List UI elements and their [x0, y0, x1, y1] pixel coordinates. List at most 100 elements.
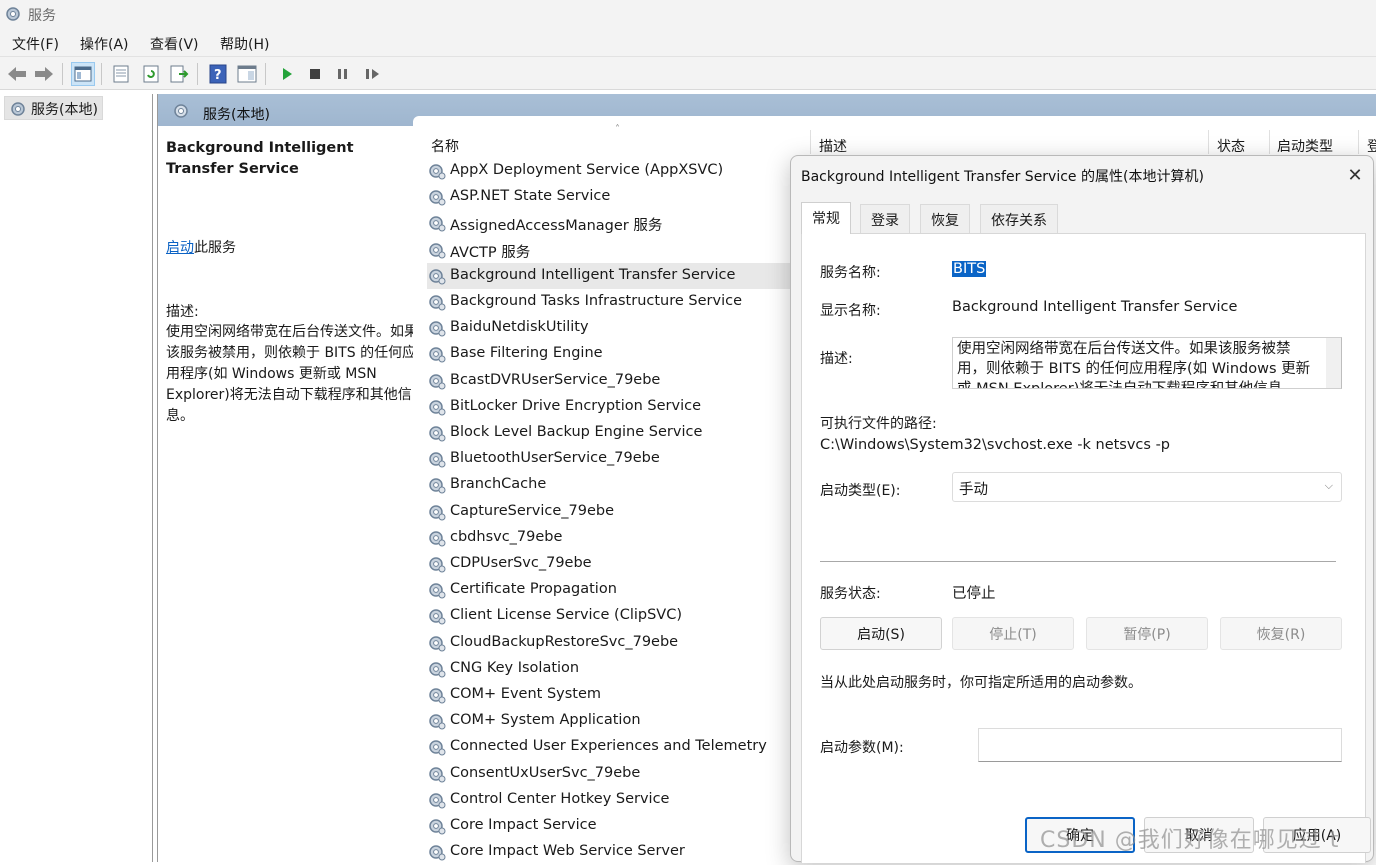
start-service-link[interactable]: 启动 — [166, 240, 194, 256]
service-row[interactable]: BaiduNetdiskUtility — [427, 315, 807, 341]
stop-service-icon[interactable] — [303, 62, 327, 86]
service-row[interactable]: ConsentUxUserSvc_79ebe — [427, 761, 807, 787]
menu-file[interactable]: 文件(F) — [12, 34, 59, 54]
description-label: 描述: — [166, 304, 199, 320]
display-name-value[interactable]: Background Intelligent Transfer Service — [952, 299, 1237, 315]
pause-service-icon[interactable] — [331, 62, 355, 86]
menu-action[interactable]: 操作(A) — [80, 34, 129, 54]
description-text: 使用空闲网络带宽在后台传送文件。如果该服务被禁用，则依赖于 BITS 的任何应用… — [166, 324, 418, 424]
service-row[interactable]: AVCTP 服务 — [427, 237, 807, 263]
service-row[interactable]: AssignedAccessManager 服务 — [427, 210, 807, 236]
column-header-description[interactable]: 描述 — [819, 136, 847, 156]
extended-description-pane: Background Intelligent Transfer Service … — [158, 126, 418, 862]
action-pane-icon[interactable] — [235, 62, 259, 86]
stop-button[interactable]: 停止(T) — [952, 617, 1074, 650]
tab-general[interactable]: 常规 — [801, 202, 851, 234]
start-button[interactable]: 启动(S) — [820, 617, 942, 650]
service-name: Background Tasks Infrastructure Service — [450, 293, 742, 309]
service-gear-icon — [427, 398, 447, 420]
service-gear-icon — [427, 450, 447, 472]
resume-button[interactable]: 恢复(R) — [1220, 617, 1342, 650]
back-arrow-icon[interactable] — [5, 62, 29, 86]
startup-type-label: 启动类型(E): — [820, 483, 901, 499]
properties-sheet-icon[interactable] — [109, 62, 133, 86]
menu-help[interactable]: 帮助(H) — [220, 34, 269, 54]
title-bar: 服务 — [0, 0, 1376, 28]
service-row[interactable]: cbdhsvc_79ebe — [427, 525, 807, 551]
show-hide-console-tree-icon[interactable] — [71, 62, 95, 86]
service-gear-icon — [427, 555, 447, 577]
start-parameters-input[interactable] — [978, 728, 1342, 762]
service-name: CaptureService_79ebe — [450, 502, 614, 519]
refresh-icon[interactable] — [139, 62, 163, 86]
service-gear-icon — [427, 214, 447, 236]
service-row[interactable]: Control Center Hotkey Service — [427, 787, 807, 813]
service-name: Block Level Backup Engine Service — [450, 424, 703, 440]
service-name: BaiduNetdiskUtility — [450, 319, 589, 336]
service-row[interactable]: BitLocker Drive Encryption Service — [427, 394, 807, 420]
service-row[interactable]: BluetoothUserService_79ebe — [427, 446, 807, 472]
description-textbox[interactable]: 使用空闲网络带宽在后台传送文件。如果该服务被禁用，则依赖于 BITS 的任何应用… — [952, 337, 1342, 389]
service-row[interactable]: Connected User Experiences and Telemetry — [427, 734, 807, 760]
tree-node-services-local[interactable]: 服务(本地) — [4, 96, 103, 120]
service-row[interactable]: Background Tasks Infrastructure Service — [427, 289, 807, 315]
service-row[interactable]: COM+ System Application — [427, 708, 807, 734]
tab-recovery[interactable]: 恢复 — [920, 204, 970, 234]
menu-view[interactable]: 查看(V) — [150, 34, 199, 54]
column-header-name[interactable]: 名称 — [431, 136, 459, 156]
service-row[interactable]: Client License Service (ClipSVC) — [427, 603, 807, 629]
tab-dependencies[interactable]: 依存关系 — [980, 204, 1058, 234]
forward-arrow-icon[interactable] — [32, 62, 56, 86]
export-list-icon[interactable] — [167, 62, 191, 86]
start-parameters-hint: 当从此处启动服务时，你可指定所适用的启动参数。 — [820, 675, 1142, 691]
svg-text:?: ? — [214, 68, 222, 83]
service-row[interactable]: Block Level Backup Engine Service — [427, 420, 807, 446]
executable-path-label: 可执行文件的路径: — [820, 416, 937, 432]
help-icon[interactable]: ? — [206, 62, 230, 86]
service-gear-icon — [427, 293, 447, 315]
service-row[interactable]: COM+ Event System — [427, 682, 807, 708]
service-name: Certificate Propagation — [450, 581, 617, 598]
service-row[interactable]: Core Impact Web Service Server — [427, 839, 807, 865]
close-icon[interactable]: ✕ — [1343, 164, 1367, 186]
service-row[interactable]: Certificate Propagation — [427, 577, 807, 603]
service-row[interactable]: Base Filtering Engine — [427, 341, 807, 367]
service-gear-icon — [427, 634, 447, 656]
service-row[interactable]: BranchCache — [427, 472, 807, 498]
start-service-icon[interactable] — [275, 62, 299, 86]
selected-service-title: Background Intelligent Transfer Service — [166, 140, 354, 177]
chevron-down-icon: ⌵ — [1324, 479, 1333, 492]
console-tree: 服务(本地) — [0, 94, 153, 862]
service-row[interactable]: AppX Deployment Service (AppXSVC) — [427, 158, 807, 184]
column-header-startup-type[interactable]: 启动类型 — [1277, 136, 1333, 156]
services-gear-icon — [4, 5, 22, 27]
watermark: CSDN @我们好像在哪见过 t — [1040, 828, 1340, 853]
display-name-label: 显示名称: — [820, 303, 881, 319]
service-row[interactable]: CloudBackupRestoreSvc_79ebe — [427, 630, 807, 656]
service-gear-icon — [427, 345, 447, 367]
tab-log-on[interactable]: 登录 — [860, 204, 910, 234]
column-header-log-on-as[interactable]: 登 — [1367, 136, 1376, 156]
service-gear-icon — [427, 686, 447, 708]
pause-button[interactable]: 暂停(P) — [1086, 617, 1208, 650]
description-scrollbar[interactable] — [1326, 338, 1341, 388]
restart-service-icon[interactable] — [361, 62, 385, 86]
service-name-value[interactable]: BITS — [952, 261, 987, 277]
service-properties-dialog: Background Intelligent Transfer Service … — [790, 155, 1374, 863]
service-row[interactable]: ASP.NET State Service — [427, 184, 807, 210]
startup-type-select[interactable]: 手动 ⌵ — [952, 472, 1342, 502]
service-gear-icon — [427, 817, 447, 839]
service-gear-icon — [427, 503, 447, 525]
section-divider — [820, 561, 1336, 562]
service-row[interactable]: Background Intelligent Transfer Service — [427, 262, 807, 289]
service-gear-icon — [427, 607, 447, 629]
service-name: ASP.NET State Service — [450, 188, 611, 205]
service-row[interactable]: CNG Key Isolation — [427, 656, 807, 682]
service-row[interactable]: BcastDVRUserService_79ebe — [427, 368, 807, 394]
service-row[interactable]: Core Impact Service — [427, 813, 807, 839]
service-name: CDPUserSvc_79ebe — [450, 555, 592, 571]
service-row[interactable]: CDPUserSvc_79ebe — [427, 551, 807, 577]
service-row[interactable]: CaptureService_79ebe — [427, 499, 807, 525]
column-header-status[interactable]: 状态 — [1217, 136, 1245, 156]
start-service-suffix: 此服务 — [194, 240, 236, 256]
